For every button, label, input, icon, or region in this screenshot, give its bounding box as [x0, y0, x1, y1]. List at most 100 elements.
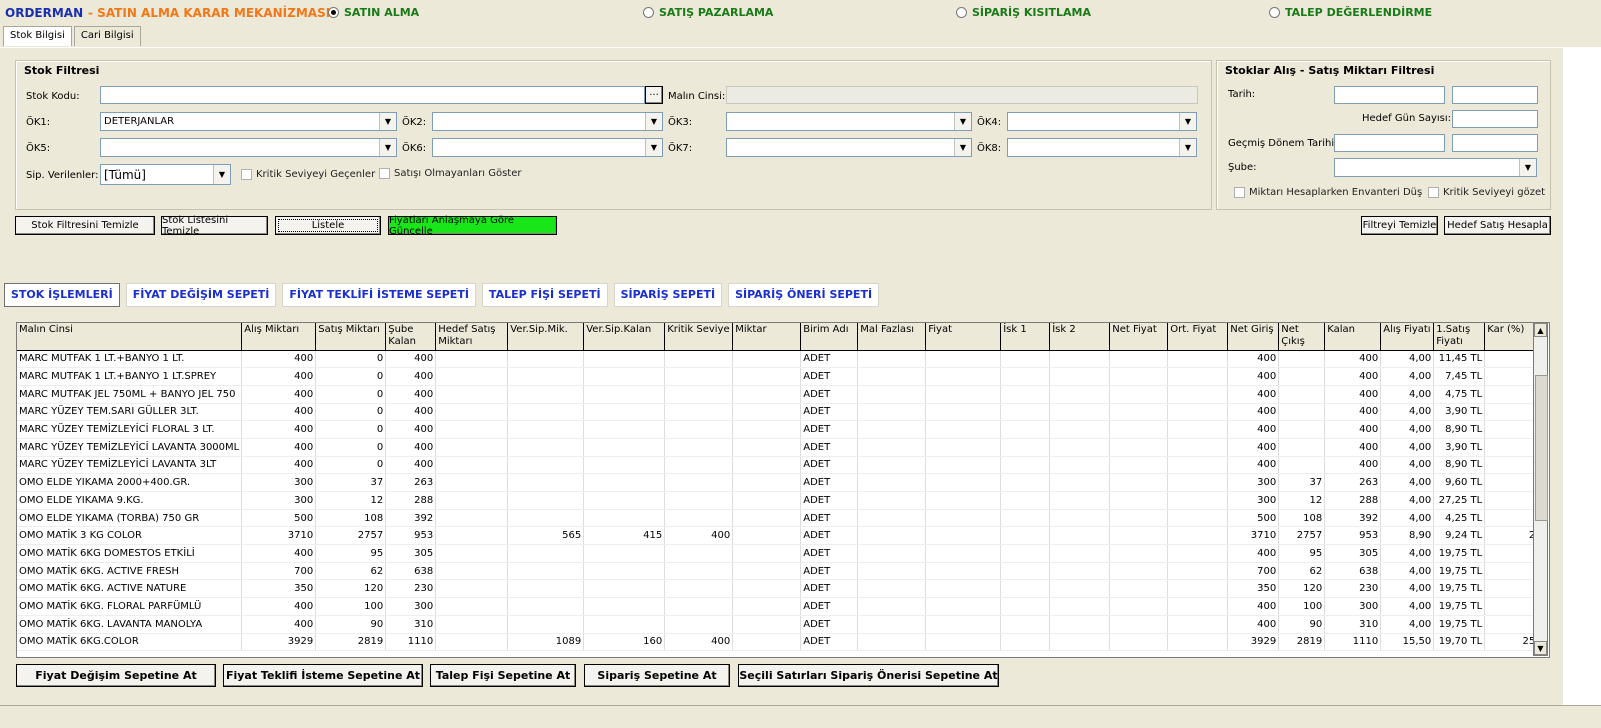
table-cell[interactable]	[1484, 367, 1539, 386]
column-header[interactable]: Miktar	[732, 323, 802, 351]
table-cell[interactable]: MARC MUTFAK 1 LT.+BANYO 1 LT.	[17, 350, 243, 369]
ok6-select[interactable]: ▼	[432, 138, 663, 157]
table-row[interactable]: OMO ELDE YIKAMA 2000+400.GR. 300 37 263 ADET…	[17, 473, 1539, 492]
table-row[interactable]: OMO MATİK 6KG. LAVANTA MANOLYA 400 90 310 AD…	[17, 615, 1539, 634]
column-header[interactable]: Ver.Sip.Mik.	[507, 323, 585, 351]
mode-radio-satis-pazarlama[interactable]: SATIŞ PAZARLAMA	[643, 6, 773, 19]
table-cell[interactable]	[435, 456, 509, 475]
table-cell[interactable]	[925, 473, 1002, 492]
table-cell[interactable]	[1109, 509, 1169, 528]
table-cell[interactable]	[732, 579, 802, 599]
table-cell[interactable]: ADET	[800, 438, 859, 457]
table-row[interactable]: OMO MATİK 3 KG COLOR 3710 2757 953 565 415 400…	[17, 526, 1539, 546]
table-cell[interactable]: 62	[1278, 562, 1326, 581]
table-row[interactable]: OMO MATİK 6KG. ACTIVE NATURE 350 120 230 ADE…	[17, 579, 1539, 599]
table-cell[interactable]: 4,00	[1380, 367, 1435, 386]
table-cell[interactable]: ADET	[800, 350, 859, 369]
table-cell[interactable]: ADET	[800, 615, 859, 634]
table-cell[interactable]: 400	[1227, 597, 1280, 616]
table-cell[interactable]	[857, 491, 927, 510]
table-row[interactable]: MARC YÜZEY TEMİZLEYİCİ FLORAL 3 LT. 400 0 4…	[17, 420, 1539, 439]
table-cell[interactable]	[857, 544, 927, 563]
fiyatlari-guncelle-button[interactable]: Fiyatları Anlaşmaya Göre Güncelle	[388, 215, 557, 237]
table-cell[interactable]	[664, 562, 734, 581]
column-header[interactable]: Kalan	[1324, 323, 1382, 351]
table-cell[interactable]	[1000, 438, 1051, 457]
table-cell[interactable]: ADET	[800, 633, 859, 652]
table-cell[interactable]	[1484, 491, 1539, 510]
talep-fisi-sepetine-at-button[interactable]: Talep Fişi Sepetine At	[430, 664, 576, 687]
table-cell[interactable]	[583, 473, 666, 492]
table-cell[interactable]	[664, 491, 734, 510]
table-cell[interactable]	[664, 420, 734, 439]
table-cell[interactable]: 3,90 TL	[1433, 438, 1486, 457]
stok-listesini-temizle-button[interactable]: Stok Listesini Temizle	[161, 215, 268, 237]
table-cell[interactable]: OMO ELDE YIKAMA 2000+400.GR.	[17, 473, 243, 492]
table-cell[interactable]	[583, 420, 666, 439]
table-cell[interactable]	[1109, 544, 1169, 563]
table-cell[interactable]	[507, 544, 585, 563]
table-cell[interactable]: 4,00	[1380, 438, 1435, 457]
table-cell[interactable]: 400	[241, 420, 317, 439]
table-cell[interactable]	[1000, 562, 1051, 581]
table-cell[interactable]	[1167, 403, 1229, 422]
table-cell[interactable]	[732, 491, 802, 510]
chevron-down-icon[interactable]: ▼	[379, 139, 396, 156]
table-cell[interactable]	[1278, 456, 1326, 475]
table-cell[interactable]: MARC YÜZEY TEMİZLEYİCİ LAVANTA 3LT	[17, 456, 243, 475]
table-cell[interactable]	[435, 633, 509, 652]
table-cell[interactable]: MARC YÜZEY TEMİZLEYİCİ LAVANTA 3000ML	[17, 438, 243, 457]
table-cell[interactable]	[1000, 473, 1051, 492]
table-cell[interactable]	[732, 597, 802, 616]
table-cell[interactable]	[1484, 597, 1539, 616]
table-cell[interactable]: OMO MATİK 6KG.COLOR	[17, 633, 243, 652]
table-cell[interactable]: OMO MATİK 6KG. ACTIVE FRESH	[17, 562, 243, 581]
table-cell[interactable]: 300	[1227, 473, 1280, 492]
table-cell[interactable]: 100	[315, 597, 387, 616]
chevron-down-icon[interactable]: ▼	[645, 113, 662, 130]
table-cell[interactable]	[1049, 544, 1111, 563]
table-cell[interactable]: 500	[241, 509, 317, 528]
table-cell[interactable]: 4,00	[1380, 491, 1435, 510]
table-cell[interactable]	[732, 544, 802, 563]
table-cell[interactable]	[1000, 456, 1051, 475]
table-cell[interactable]	[857, 579, 927, 599]
table-cell[interactable]: 400	[1324, 367, 1382, 386]
table-cell[interactable]: 2819	[315, 633, 387, 652]
table-cell[interactable]	[435, 473, 509, 492]
satisi-olmayanlar-checkbox[interactable]: Satışı Olmayanları Göster	[379, 168, 521, 179]
table-cell[interactable]	[1000, 544, 1051, 563]
fiyat-degisim-sepetine-at-button[interactable]: Fiyat Değişim Sepetine At	[16, 664, 216, 687]
table-cell[interactable]	[732, 473, 802, 492]
column-header[interactable]: Alış Miktarı	[241, 323, 317, 351]
table-cell[interactable]	[857, 438, 927, 457]
chevron-down-icon[interactable]: ▼	[954, 139, 971, 156]
table-cell[interactable]: 4,00	[1380, 509, 1435, 528]
table-cell[interactable]: 400	[1227, 385, 1280, 404]
column-header[interactable]: Şube Kalan	[385, 323, 437, 351]
table-cell[interactable]	[1278, 367, 1326, 386]
table-cell[interactable]: 392	[385, 509, 437, 528]
table-cell[interactable]	[925, 597, 1002, 616]
table-cell[interactable]	[1484, 420, 1539, 439]
table-cell[interactable]	[507, 367, 585, 386]
stok-filtresini-temizle-button[interactable]: Stok Filtresini Temizle	[15, 216, 155, 235]
table-cell[interactable]	[1049, 473, 1111, 492]
table-cell[interactable]	[925, 385, 1002, 404]
table-cell[interactable]	[435, 385, 509, 404]
table-cell[interactable]: 288	[385, 491, 437, 510]
table-cell[interactable]	[732, 456, 802, 475]
table-cell[interactable]: 400	[664, 526, 734, 546]
table-cell[interactable]	[1000, 579, 1051, 599]
table-cell[interactable]	[1167, 491, 1229, 510]
table-cell[interactable]: 8,90 TL	[1433, 420, 1486, 439]
table-cell[interactable]	[1049, 526, 1111, 546]
sube-select[interactable]: ▼	[1334, 158, 1537, 177]
table-cell[interactable]	[1167, 544, 1229, 563]
table-cell[interactable]: 400	[1324, 403, 1382, 422]
ok7-select[interactable]: ▼	[726, 138, 972, 157]
tab-talep-fisi-sepeti[interactable]: TALEP FİŞİ SEPETİ	[481, 283, 608, 307]
table-cell[interactable]: 4,00	[1380, 473, 1435, 492]
kritik-gozet-checkbox[interactable]: Kritik Seviyeyi gözet	[1428, 187, 1545, 198]
table-cell[interactable]	[857, 385, 927, 404]
